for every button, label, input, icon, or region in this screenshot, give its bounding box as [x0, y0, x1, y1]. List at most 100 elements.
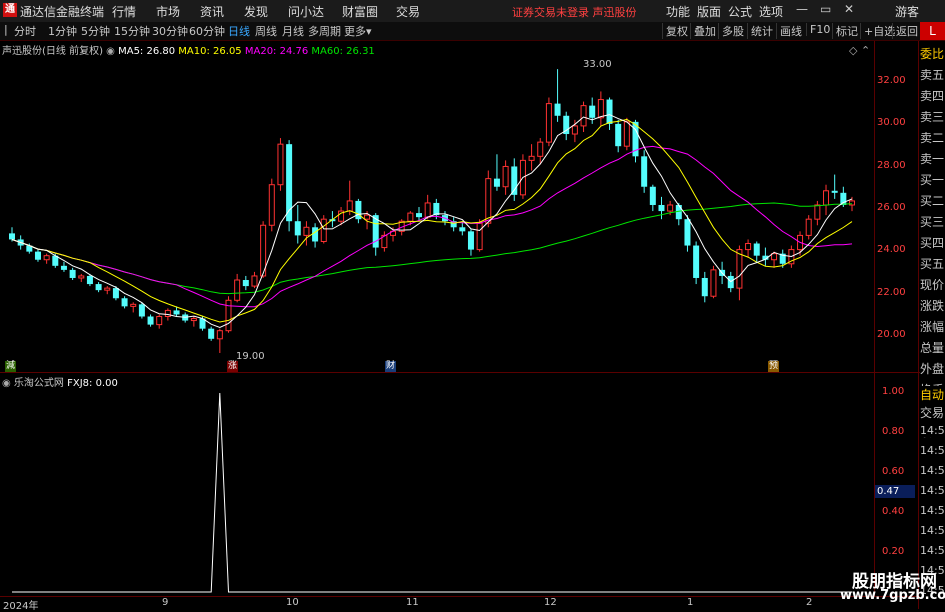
close-icon[interactable]: ✕ — [844, 2, 854, 16]
panel-divider — [0, 372, 920, 373]
period-5min[interactable]: 5分钟 — [81, 23, 110, 39]
ytick-20: 20.00 — [877, 329, 906, 340]
candle-body — [156, 316, 163, 326]
candle-body — [242, 280, 249, 287]
candle-body — [658, 204, 665, 212]
xlabel-11: 11 — [406, 597, 419, 608]
candle-body — [34, 251, 41, 260]
menu-discover[interactable]: 发现 — [244, 3, 268, 20]
trade-login-notice[interactable]: 证券交易未登录 声迅股份 — [512, 4, 637, 20]
restore-icon[interactable]: ▭ — [820, 2, 831, 16]
app-title: 通达信金融终端 — [20, 5, 105, 19]
candle-body — [320, 218, 327, 242]
menu-news[interactable]: 资讯 — [200, 3, 224, 20]
xlabel-12: 12 — [544, 597, 557, 608]
rp-price: 现价 — [920, 278, 945, 292]
candle-body — [9, 233, 15, 240]
candle-body — [416, 213, 423, 218]
candle-body — [615, 123, 622, 147]
btn-draw[interactable]: 画线 — [776, 23, 802, 39]
candle-body — [710, 269, 717, 297]
side-panel-toggle[interactable]: L — [920, 22, 945, 40]
candle-body — [649, 186, 656, 205]
menu-formula[interactable]: 公式 — [728, 3, 752, 20]
menu-market[interactable]: 市场 — [156, 3, 180, 20]
xaxis-line — [0, 596, 920, 597]
candle-body — [95, 284, 102, 291]
period-monthly[interactable]: 月线 — [282, 23, 304, 39]
candle-body — [476, 222, 483, 251]
btn-mark[interactable]: 标记 — [832, 23, 858, 39]
btn-overlay[interactable]: 叠加 — [690, 23, 716, 39]
candle-body — [667, 204, 674, 212]
event-finance-icon[interactable]: 财 — [385, 361, 396, 372]
btn-multistock[interactable]: 多股 — [718, 23, 744, 39]
rp-change-pct: 涨幅 — [920, 320, 945, 334]
period-30min[interactable]: 30分钟 — [152, 23, 188, 39]
period-timeshare[interactable]: 分时 — [14, 23, 36, 39]
menu-options[interactable]: 选项 — [759, 3, 783, 20]
candle-body — [208, 328, 215, 339]
minimize-icon[interactable]: — — [796, 2, 808, 16]
candle-body — [537, 141, 544, 157]
indicator-chart[interactable] — [0, 385, 874, 595]
sub-ytick-1: 1.00 — [882, 386, 905, 397]
candle-body — [407, 212, 414, 222]
period-more[interactable]: 更多▾ — [344, 23, 372, 39]
period-daily[interactable]: 日线 — [228, 23, 250, 39]
candle-body — [771, 253, 778, 261]
event-limit-up-icon[interactable]: 涨 — [227, 361, 238, 372]
candle-body — [693, 245, 700, 278]
rp2-time-2: 14:56 — [920, 444, 945, 457]
btn-rights[interactable]: 复权 — [662, 23, 688, 39]
period-tick[interactable]: | — [4, 23, 8, 36]
rp-sell2: 卖二 — [920, 131, 945, 145]
rp2-auto[interactable]: 自动 — [920, 386, 945, 403]
event-forecast-icon[interactable]: 预 — [768, 361, 779, 372]
period-multi[interactable]: 多周期 — [308, 23, 341, 39]
watermark-url: www.7gpzb.com — [840, 588, 945, 603]
btn-add-watch[interactable]: +自选 — [860, 23, 895, 39]
app-logo-icon: 通 — [3, 3, 17, 17]
candle-body — [502, 165, 509, 188]
rp-buy3: 买三 — [920, 215, 945, 229]
rp-buy5: 买五 — [920, 257, 945, 271]
rp-outer: 外盘 — [920, 362, 945, 376]
rp-weibi: 委比 — [920, 47, 945, 61]
ytick-22: 22.00 — [877, 287, 906, 298]
candle-body — [364, 214, 371, 220]
menu-wealth[interactable]: 财富圈 — [342, 3, 378, 20]
rp-sell4: 卖四 — [920, 89, 945, 103]
menu-ask[interactable]: 问小达 — [288, 3, 324, 20]
rp2-time-6: 14:56 — [920, 524, 945, 537]
candle-body — [78, 275, 85, 279]
yaxis-line — [874, 41, 875, 597]
menu-trade[interactable]: 交易 — [396, 3, 420, 20]
candle-body — [190, 318, 197, 322]
period-15min[interactable]: 15分钟 — [114, 23, 150, 39]
right-panel-border — [918, 41, 919, 609]
rp-change: 涨跌 — [920, 299, 945, 313]
btn-back[interactable]: 返回 — [892, 23, 918, 39]
btn-stats[interactable]: 统计 — [747, 23, 773, 39]
sub-ytick-02: 0.20 — [882, 546, 905, 557]
candlestick-chart[interactable] — [0, 55, 874, 360]
menu-layout[interactable]: 版面 — [697, 3, 721, 20]
candle-body — [112, 288, 119, 299]
candle-body — [589, 105, 596, 118]
candle-body — [225, 299, 232, 332]
btn-f10[interactable]: F10 — [806, 23, 830, 36]
period-weekly[interactable]: 周线 — [255, 23, 277, 39]
rp2-time-1: 14:56 — [920, 424, 945, 437]
ytick-26: 26.00 — [877, 202, 906, 213]
menu-guest[interactable]: 游客 — [895, 3, 919, 20]
period-60min[interactable]: 60分钟 — [189, 23, 225, 39]
event-reduce-icon[interactable]: 減 — [5, 361, 16, 372]
menu-function[interactable]: 功能 — [666, 3, 690, 20]
candle-body — [684, 219, 691, 246]
candle-body — [312, 227, 319, 242]
period-1min[interactable]: 1分钟 — [48, 23, 77, 39]
candle-body — [130, 303, 137, 307]
menu-quotes[interactable]: 行情 — [112, 3, 136, 20]
candle-body — [493, 178, 500, 187]
